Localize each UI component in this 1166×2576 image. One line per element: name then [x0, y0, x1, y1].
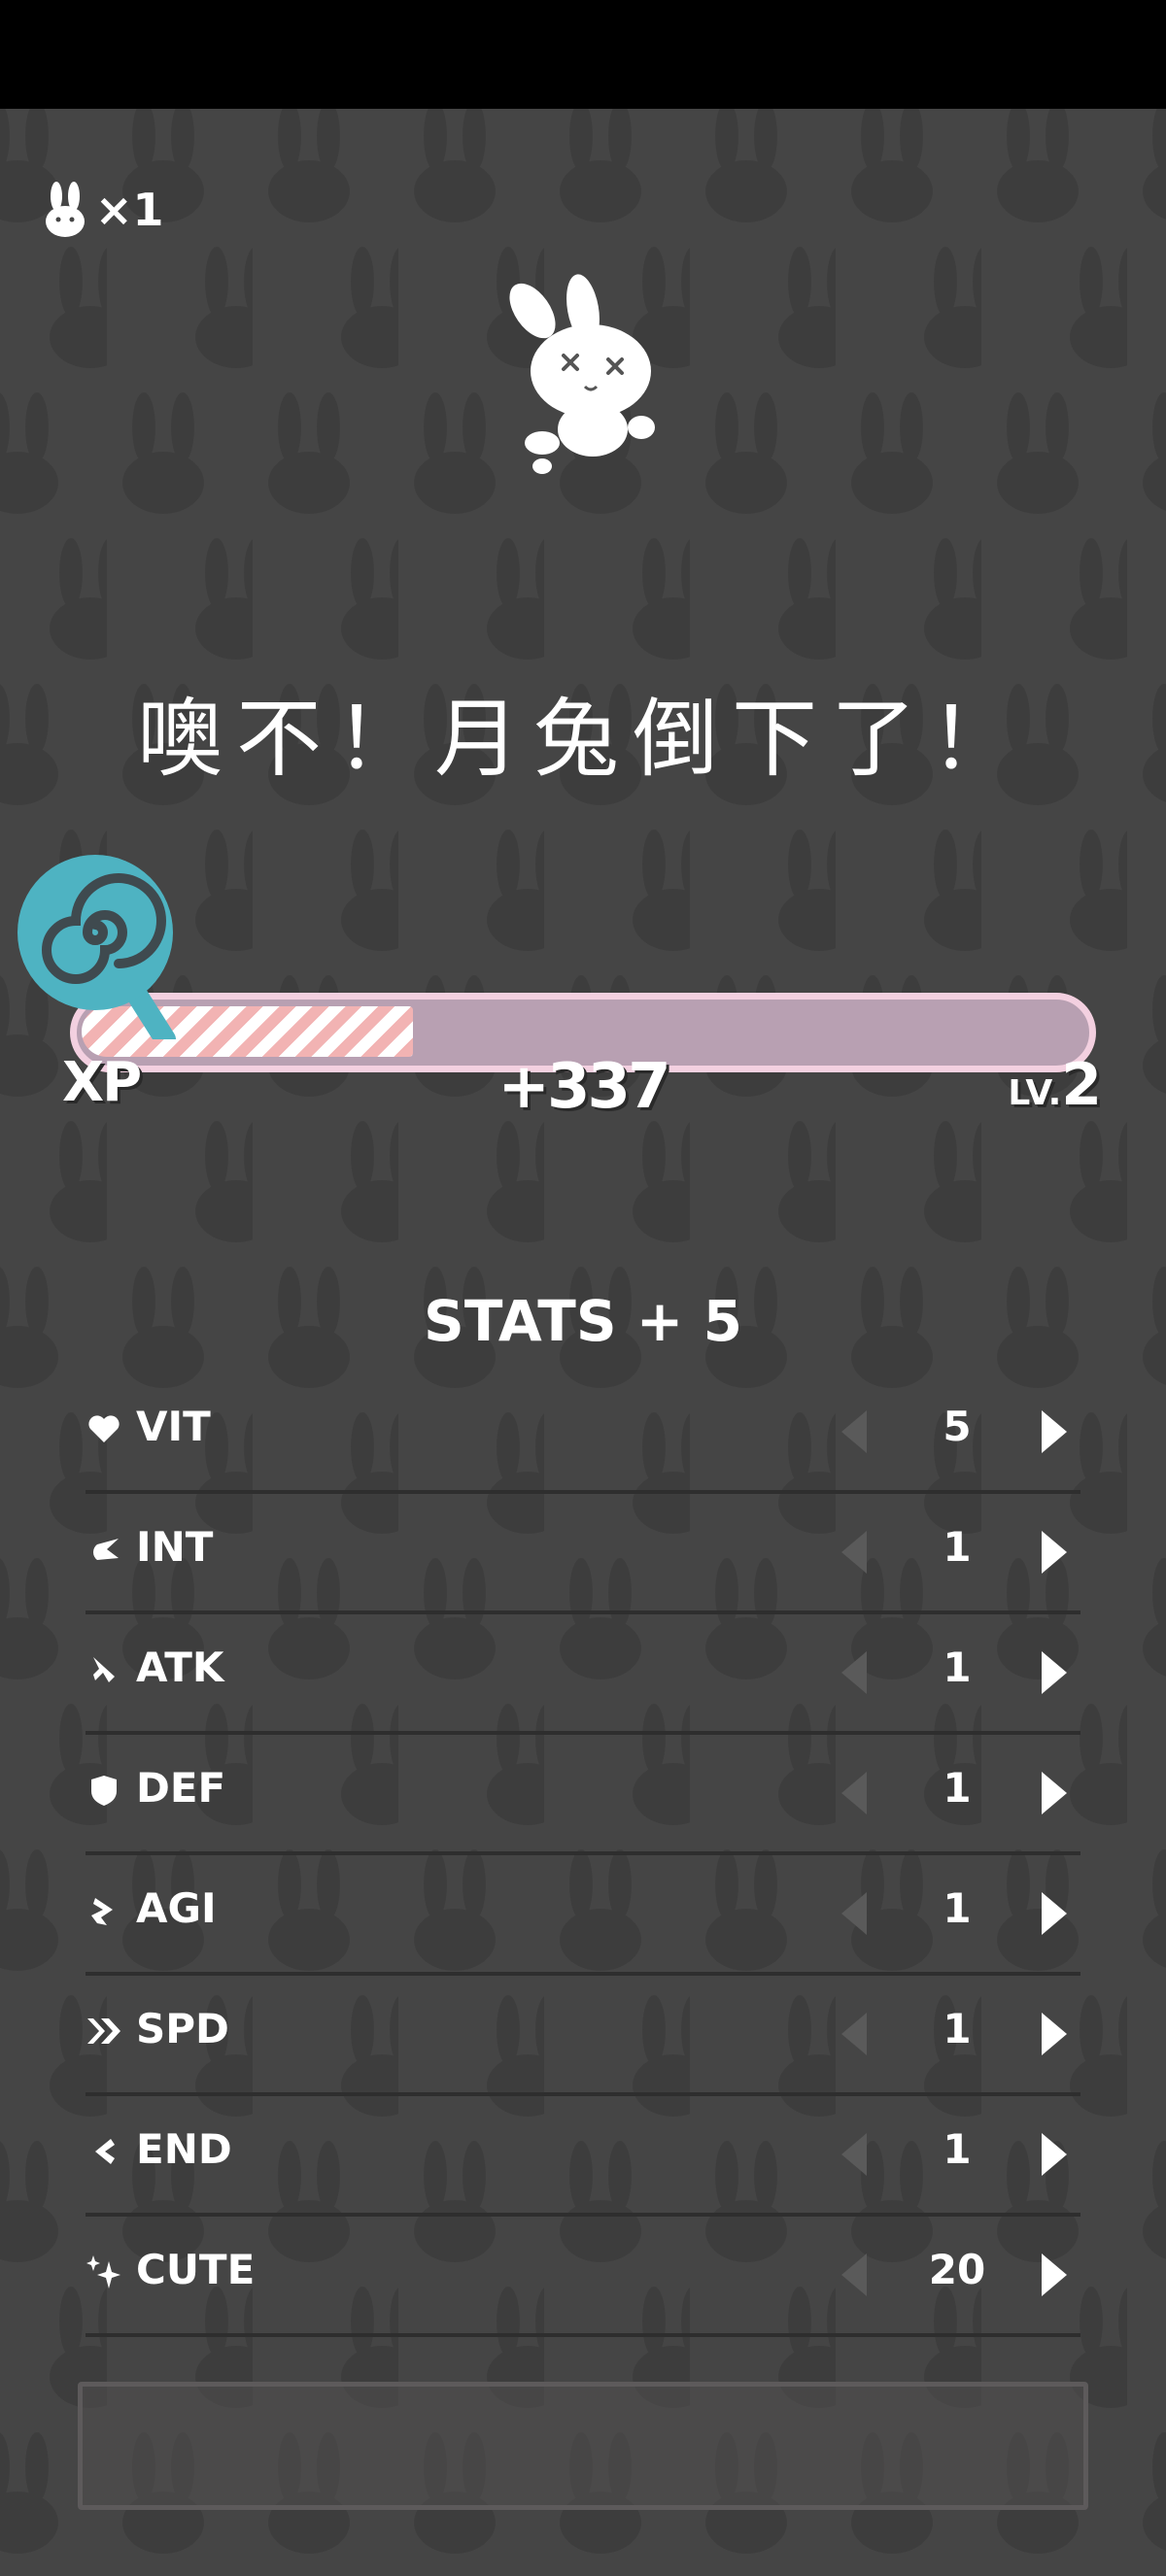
fallen-bunny-illustration	[509, 274, 655, 474]
lives-indicator: ×1	[43, 181, 164, 239]
stat-name: VIT	[136, 1403, 211, 1450]
stat-row-atk: ATK 1	[86, 1614, 1080, 1735]
decrease-spd-button[interactable]	[841, 2013, 867, 2055]
stat-name: INT	[136, 1523, 214, 1571]
increase-atk-button[interactable]	[1042, 1651, 1067, 1694]
increase-int-button[interactable]	[1042, 1531, 1067, 1574]
stat-name: ATK	[136, 1644, 224, 1691]
speed-icon	[87, 2018, 120, 2044]
increase-end-button[interactable]	[1042, 2133, 1067, 2176]
level-indicator: LV.2	[1008, 1051, 1102, 1119]
agility-icon	[91, 1898, 113, 1925]
decrease-atk-button[interactable]	[841, 1651, 867, 1694]
stat-row-cute: CUTE 20	[86, 2217, 1080, 2337]
decrease-int-button[interactable]	[841, 1531, 867, 1574]
stat-row-def: DEF 1	[86, 1735, 1080, 1855]
stat-row-vit: VIT 5	[86, 1373, 1080, 1494]
stat-name: END	[136, 2125, 232, 2173]
stat-row-spd: SPD 1	[86, 1976, 1080, 2096]
defeat-message: 噢不！月兔倒下了！	[136, 689, 1029, 789]
stat-row-agi: AGI 1	[86, 1855, 1080, 1976]
decrease-agi-button[interactable]	[841, 1892, 867, 1935]
stat-value: 1	[943, 1644, 972, 1691]
bunny-icon	[46, 182, 85, 237]
stat-value: 1	[943, 2125, 972, 2173]
stats-list: VIT 5 INT 1 ATK 1 DEF 1 AGI 1 SPD 1 END …	[86, 1373, 1080, 2337]
decrease-end-button[interactable]	[841, 2133, 867, 2176]
xp-gain: +337	[497, 1051, 670, 1123]
stat-value: 1	[943, 1764, 972, 1812]
level-prefix: LV.	[1008, 1073, 1062, 1113]
lives-count: ×1	[95, 184, 164, 236]
confirm-button[interactable]	[78, 2382, 1088, 2510]
decrease-def-button[interactable]	[841, 1772, 867, 1814]
lollipop-icon	[17, 855, 176, 1039]
stat-name: AGI	[136, 1884, 217, 1932]
stats-title: STATS + 5	[424, 1288, 742, 1354]
brain-icon	[93, 1539, 119, 1560]
increase-vit-button[interactable]	[1042, 1410, 1067, 1453]
heart-icon	[88, 1415, 120, 1442]
sparkle-icon	[86, 2255, 120, 2288]
stat-value: 1	[943, 2005, 972, 2052]
decrease-vit-button[interactable]	[841, 1410, 867, 1453]
increase-agi-button[interactable]	[1042, 1892, 1067, 1935]
endurance-icon	[95, 2139, 115, 2164]
decrease-cute-button[interactable]	[841, 2254, 867, 2296]
stat-name: SPD	[136, 2005, 229, 2052]
sword-icon	[93, 1657, 115, 1682]
stat-value: 20	[928, 2246, 986, 2293]
stat-name: DEF	[136, 1764, 226, 1812]
increase-def-button[interactable]	[1042, 1772, 1067, 1814]
increase-spd-button[interactable]	[1042, 2013, 1067, 2055]
status-bar	[0, 0, 1166, 109]
increase-cute-button[interactable]	[1042, 2254, 1067, 2296]
stat-value: 1	[943, 1523, 972, 1571]
stat-row-int: INT 1	[86, 1494, 1080, 1614]
level-value: 2	[1061, 1051, 1102, 1119]
stat-value: 1	[943, 1884, 972, 1932]
stat-name: CUTE	[136, 2246, 256, 2293]
shield-icon	[91, 1776, 117, 1806]
stat-row-end: END 1	[86, 2096, 1080, 2217]
stat-value: 5	[943, 1403, 972, 1450]
